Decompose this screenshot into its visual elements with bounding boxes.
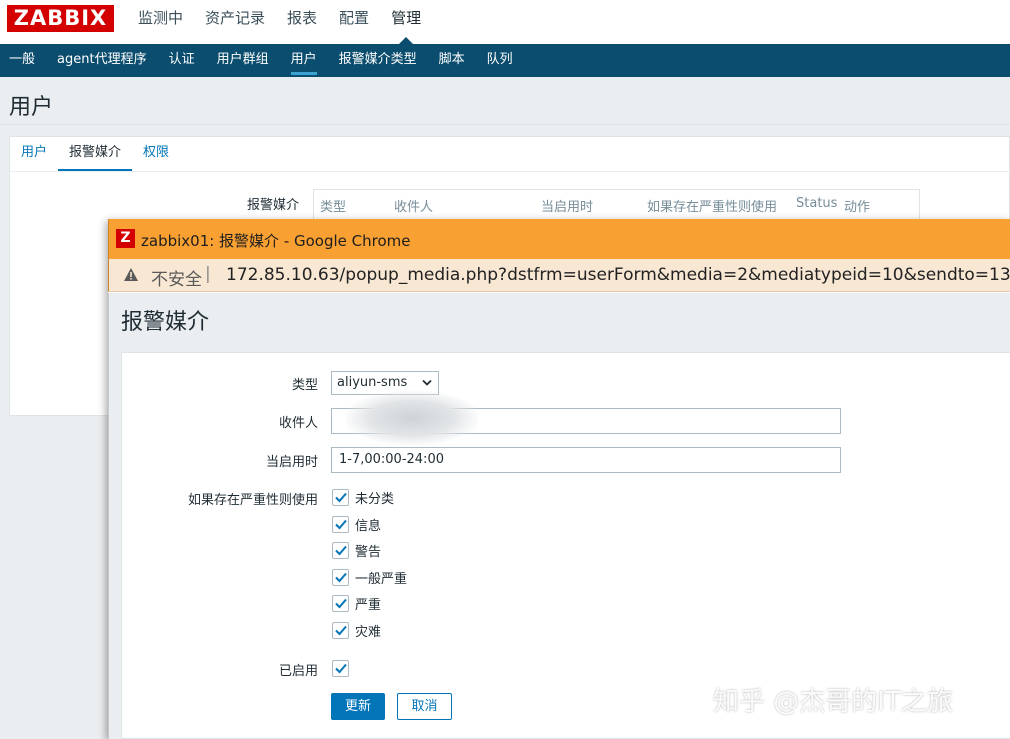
media-popup-window: Z zabbix01: 报警媒介 - Google Chrome 不安全 | 1…: [108, 219, 1010, 739]
checkbox-label: 一般严重: [355, 572, 408, 587]
checkbox-label: 未分类: [355, 492, 395, 507]
chevron-down-icon: [422, 379, 432, 386]
zabbix-logo[interactable]: ZABBIX: [7, 5, 114, 32]
check-icon: [335, 598, 347, 609]
menu-item-configuration[interactable]: 配置: [328, 0, 380, 44]
tab-media[interactable]: 报警媒介: [58, 137, 133, 171]
column-header-action: 动作: [844, 200, 871, 215]
check-icon: [335, 492, 347, 503]
enabled-checkbox[interactable]: [332, 660, 349, 677]
main-menu: 监测中 资产记录 报表 配置 管理: [127, 0, 432, 44]
type-label: 类型: [291, 378, 318, 393]
checkbox[interactable]: [332, 516, 349, 533]
submenu-users[interactable]: 用户: [280, 44, 328, 77]
submenu-media-types[interactable]: 报警媒介类型: [328, 44, 428, 77]
checkbox[interactable]: [332, 542, 349, 559]
checkbox[interactable]: [332, 569, 349, 586]
sub-menu: 一般 agent代理程序 认证 用户群组 用户 报警媒介类型 脚本 队列: [0, 44, 1010, 77]
column-header-severity: 如果存在严重性则使用: [647, 200, 778, 215]
popup-body: 报警媒介 类型 aliyun-sms 收件人 当启用时 1-7,00:00-24…: [108, 293, 1010, 739]
menu-item-reports[interactable]: 报表: [276, 0, 328, 44]
column-header-recipient: 收件人: [394, 200, 434, 215]
recipient-label: 收件人: [278, 416, 318, 431]
submenu-general[interactable]: 一般: [0, 44, 46, 77]
url-separator: |: [205, 264, 211, 284]
window-title: zabbix01: 报警媒介 - Google Chrome: [141, 232, 411, 250]
column-header-when-active: 当启用时: [541, 200, 594, 215]
when-active-input[interactable]: 1-7,00:00-24:00: [331, 447, 841, 473]
insecure-label: 不安全: [151, 270, 202, 290]
submenu-authentication[interactable]: 认证: [158, 44, 206, 77]
tab-bar: 用户 报警媒介 权限: [10, 137, 180, 171]
severity-option-information[interactable]: 信息: [332, 516, 382, 534]
redacted-blur: [346, 391, 478, 445]
severity-option-high[interactable]: 严重: [332, 595, 382, 613]
page-title: 用户: [9, 95, 54, 120]
browser-address-bar[interactable]: 不安全 | 172.85.10.63/popup_media.php?dstfr…: [108, 259, 1010, 292]
media-table-header: 类型 收件人 当启用时 如果存在严重性则使用 Status 动作: [313, 189, 920, 221]
tab-permissions[interactable]: 权限: [132, 137, 180, 171]
menu-item-administration[interactable]: 管理: [380, 0, 432, 44]
checkbox-label: 灾难: [355, 625, 382, 640]
menu-item-monitoring[interactable]: 监测中: [127, 0, 194, 44]
check-icon: [335, 625, 347, 636]
column-header-type: 类型: [320, 200, 347, 215]
checkbox[interactable]: [332, 595, 349, 612]
menu-item-inventory[interactable]: 资产记录: [194, 0, 276, 44]
check-icon: [335, 545, 347, 556]
severity-option-disaster[interactable]: 灾难: [332, 622, 382, 640]
browser-title-bar[interactable]: Z zabbix01: 报警媒介 - Google Chrome: [108, 219, 1010, 259]
submenu-user-groups[interactable]: 用户群组: [206, 44, 280, 77]
url-text[interactable]: 172.85.10.63/popup_media.php?dstfrm=user…: [226, 265, 1010, 285]
severity-option-warning[interactable]: 警告: [332, 542, 382, 560]
checkbox[interactable]: [332, 622, 349, 639]
check-icon: [335, 572, 347, 583]
type-select-value: aliyun-sms: [337, 375, 408, 390]
title-divider: [0, 124, 1010, 125]
checkbox-label: 警告: [355, 545, 382, 560]
submenu-scripts[interactable]: 脚本: [428, 44, 476, 77]
column-header-status: Status: [796, 196, 838, 211]
enabled-checkbox-row[interactable]: [332, 660, 349, 677]
update-button[interactable]: 更新: [331, 693, 385, 720]
zabbix-favicon-icon: Z: [116, 229, 135, 248]
watermark-text: 知乎 @杰哥的IT之旅: [713, 687, 953, 717]
checkbox[interactable]: [332, 489, 349, 506]
submenu-proxies[interactable]: agent代理程序: [46, 44, 158, 77]
enabled-label: 已启用: [278, 664, 318, 679]
top-navbar: ZABBIX 监测中 资产记录 报表 配置 管理: [0, 0, 1010, 44]
check-icon: [335, 519, 347, 530]
cancel-button[interactable]: 取消: [397, 693, 452, 720]
checkbox-label: 严重: [355, 598, 382, 613]
tab-user[interactable]: 用户: [10, 137, 58, 171]
submenu-queue[interactable]: 队列: [476, 44, 524, 77]
severity-label: 如果存在严重性则使用: [187, 493, 318, 508]
severity-option-average[interactable]: 一般严重: [332, 569, 408, 587]
tabs-divider: [10, 171, 1010, 172]
when-active-label: 当启用时: [265, 455, 318, 470]
check-icon: [335, 663, 347, 674]
severity-option-not-classified[interactable]: 未分类: [332, 489, 395, 507]
warning-icon: [124, 268, 138, 281]
media-label: 报警媒介: [247, 198, 300, 213]
popup-heading: 报警媒介: [121, 310, 210, 335]
checkbox-label: 信息: [355, 519, 382, 534]
